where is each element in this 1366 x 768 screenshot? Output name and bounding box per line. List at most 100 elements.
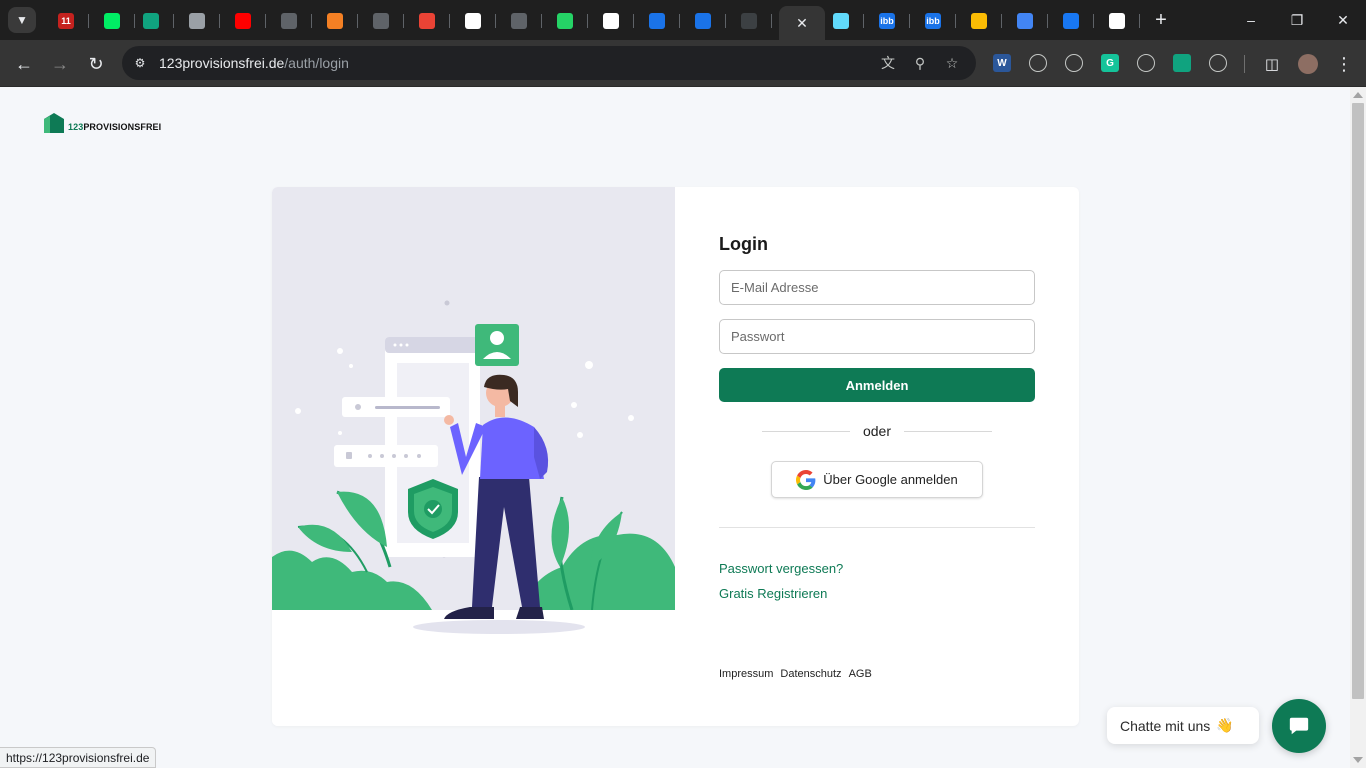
profile-avatar[interactable] bbox=[1294, 50, 1322, 78]
chat-icon bbox=[1289, 717, 1309, 735]
browser-tab[interactable]: 11 bbox=[43, 8, 89, 34]
google-drive-icon bbox=[971, 13, 987, 29]
toolbar-divider bbox=[1244, 55, 1245, 73]
chatgpt-ext-icon[interactable] bbox=[1173, 54, 1191, 72]
word-icon[interactable]: W bbox=[993, 54, 1011, 72]
user-app-icon bbox=[695, 13, 711, 29]
agb-link[interactable]: AGB bbox=[849, 668, 872, 680]
puzzle-icon[interactable] bbox=[1209, 54, 1227, 72]
status-bar-url: https://123provisionsfrei.de bbox=[0, 747, 157, 768]
side-panel-icon: ◫ bbox=[1264, 56, 1280, 73]
browser-menu-button[interactable]: ⋮ bbox=[1330, 50, 1358, 78]
password-field[interactable] bbox=[719, 319, 1035, 354]
site-info-icon[interactable]: ⚙ bbox=[130, 53, 150, 73]
url-text[interactable]: 123provisionsfrei.de/auth/login bbox=[159, 55, 349, 71]
browser-tab[interactable] bbox=[496, 8, 542, 34]
restore-button[interactable]: ❐ bbox=[1282, 8, 1312, 32]
waving-hand-icon: 👋 bbox=[1216, 717, 1234, 733]
page-content: 123PROVISIONSFREI Login E-Mail Adresse A… bbox=[0, 87, 1350, 768]
mongodb-leaf-icon bbox=[104, 13, 120, 29]
address-bar[interactable]: ⚙ 123provisionsfrei.de/auth/login 文 ⚲ ☆ bbox=[122, 46, 976, 80]
translate-icon[interactable]: 文 bbox=[878, 53, 898, 73]
url-domain: 123provisionsfrei.de bbox=[159, 55, 285, 71]
close-window-button[interactable]: ✕ bbox=[1328, 8, 1358, 32]
browser-tab[interactable] bbox=[450, 8, 496, 34]
facebook-icon bbox=[1063, 13, 1079, 29]
close-tab-icon[interactable]: ✕ bbox=[796, 15, 808, 32]
close-icon: ✕ bbox=[1337, 11, 1349, 28]
grammarly-icon[interactable]: G bbox=[1101, 54, 1119, 72]
chat-prompt-text: Chatte mit uns bbox=[1120, 717, 1211, 734]
gmail-icon bbox=[419, 13, 435, 29]
datenschutz-link[interactable]: Datenschutz bbox=[780, 668, 841, 680]
browser-tab[interactable] bbox=[220, 8, 266, 34]
site-logo[interactable]: 123PROVISIONSFREI bbox=[44, 113, 161, 133]
restore-icon: ❐ bbox=[1290, 11, 1304, 28]
media-player-icon bbox=[649, 13, 665, 29]
browser-tab[interactable] bbox=[726, 8, 772, 34]
browser-tab[interactable]: ibb bbox=[910, 8, 956, 34]
browser-tab[interactable] bbox=[1048, 8, 1094, 34]
arrow-right-icon: → bbox=[51, 53, 69, 74]
zoom-icon[interactable]: ⚲ bbox=[910, 53, 930, 73]
browser-tab[interactable] bbox=[588, 8, 634, 34]
browser-toolbar: ← → ↻ ⚙ 123provisionsfrei.de/auth/login … bbox=[0, 40, 1366, 87]
footer-links: Impressum Datenschutz AGB bbox=[719, 668, 872, 680]
camera-icon[interactable] bbox=[1137, 54, 1155, 72]
browser-tab[interactable] bbox=[542, 8, 588, 34]
ibb-icon: ibb bbox=[925, 13, 941, 29]
url-path: /auth/login bbox=[284, 55, 349, 71]
github-icon bbox=[281, 13, 297, 29]
chat-launcher-button[interactable] bbox=[1272, 699, 1326, 753]
divider-line-right bbox=[904, 431, 992, 432]
browser-tab[interactable] bbox=[680, 8, 726, 34]
new-tab-button[interactable]: + bbox=[1150, 8, 1172, 32]
google-login-button[interactable]: Über Google anmelden bbox=[771, 461, 983, 498]
scrollbar-thumb[interactable] bbox=[1352, 103, 1364, 699]
stackoverflow-icon bbox=[327, 13, 343, 29]
browser-tab[interactable]: ibb bbox=[864, 8, 910, 34]
browser-tab[interactable] bbox=[174, 8, 220, 34]
calendar-badge-icon: 11 bbox=[58, 13, 74, 29]
page-scrollbar[interactable] bbox=[1350, 87, 1366, 768]
openai-icon bbox=[143, 13, 159, 29]
forward-button[interactable]: → bbox=[46, 50, 74, 78]
login-card: Login Anmelden oder Über Google anmelden… bbox=[272, 187, 1079, 726]
register-link[interactable]: Gratis Registrieren bbox=[719, 586, 827, 601]
minimize-button[interactable]: – bbox=[1236, 8, 1266, 32]
react-devtools-icon[interactable] bbox=[1029, 54, 1047, 72]
target-icon[interactable] bbox=[1065, 54, 1083, 72]
github-icon bbox=[511, 13, 527, 29]
scroll-up-icon[interactable] bbox=[1353, 92, 1363, 98]
browser-tab[interactable] bbox=[312, 8, 358, 34]
forgot-password-link[interactable]: Passwort vergessen? bbox=[719, 561, 843, 576]
browser-tab[interactable] bbox=[1094, 8, 1140, 34]
tab-search-button[interactable]: ▼ bbox=[8, 7, 36, 33]
impressum-link[interactable]: Impressum bbox=[719, 668, 773, 680]
youtube-icon bbox=[235, 13, 251, 29]
house-logo-icon bbox=[44, 113, 64, 133]
bookmark-star-icon[interactable]: ☆ bbox=[942, 53, 962, 73]
logo-wordmark: 123PROVISIONSFREI bbox=[68, 123, 161, 132]
scroll-down-icon[interactable] bbox=[1353, 757, 1363, 763]
browser-tab[interactable] bbox=[1002, 8, 1048, 34]
email-field[interactable] bbox=[719, 270, 1035, 305]
or-divider: oder bbox=[762, 423, 992, 441]
globe-icon bbox=[189, 13, 205, 29]
browser-tab[interactable] bbox=[358, 8, 404, 34]
browser-tab[interactable] bbox=[956, 8, 1002, 34]
browser-tab[interactable] bbox=[404, 8, 450, 34]
logo-number: 123 bbox=[68, 122, 84, 132]
chat-prompt-bubble[interactable]: Chatte mit uns 👋 bbox=[1107, 707, 1259, 744]
reload-button[interactable]: ↻ bbox=[82, 50, 110, 78]
side-panel-button[interactable]: ◫ bbox=[1258, 50, 1286, 78]
google-icon bbox=[465, 13, 481, 29]
chrome-icon bbox=[1109, 13, 1125, 29]
browser-tab[interactable] bbox=[128, 8, 174, 34]
browser-tab[interactable] bbox=[634, 8, 680, 34]
back-button[interactable]: ← bbox=[10, 50, 38, 78]
browser-tab[interactable] bbox=[266, 8, 312, 34]
browser-tab[interactable] bbox=[818, 8, 864, 34]
login-button[interactable]: Anmelden bbox=[719, 368, 1035, 402]
login-illustration bbox=[272, 187, 675, 726]
